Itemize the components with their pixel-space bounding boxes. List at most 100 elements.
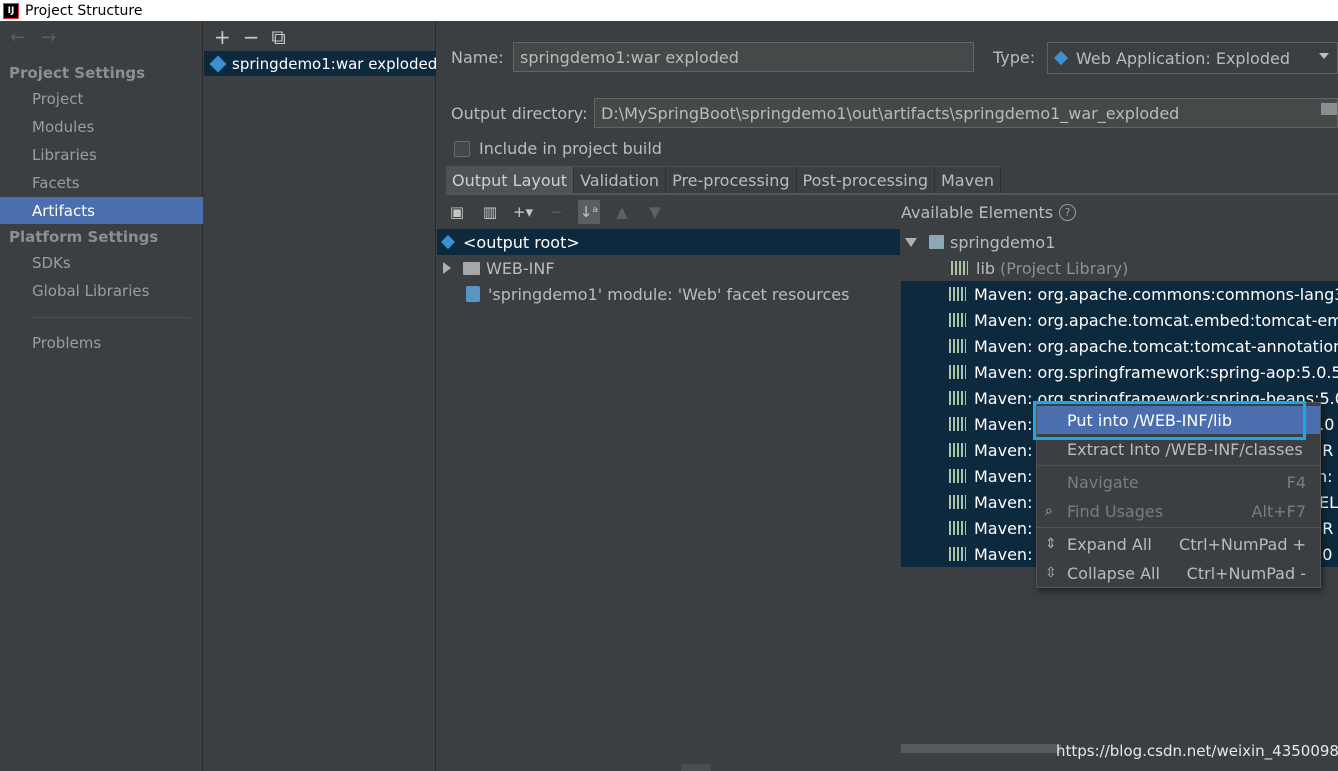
maven-item[interactable]: Maven: org.apache.commons:commons-lang3:… bbox=[949, 281, 1338, 307]
sidebar-item-global-libraries[interactable]: Global Libraries bbox=[0, 277, 203, 304]
remove-element-icon[interactable]: − bbox=[545, 200, 567, 224]
library-icon bbox=[949, 313, 966, 327]
sidebar-item-artifacts[interactable]: Artifacts bbox=[0, 197, 203, 224]
artifact-icon bbox=[209, 55, 227, 72]
tab-post-processing[interactable]: Post-processing bbox=[796, 166, 935, 193]
name-label: Name: bbox=[451, 48, 504, 67]
nav-arrows: ← → bbox=[10, 27, 56, 48]
move-up-icon[interactable]: ▲ bbox=[611, 200, 633, 224]
tree-item-web-inf[interactable]: WEB-INF bbox=[443, 255, 555, 281]
library-icon bbox=[949, 521, 966, 535]
tab-pre-processing[interactable]: Pre-processing bbox=[666, 166, 797, 193]
type-label: Type: bbox=[993, 48, 1036, 67]
library-icon bbox=[949, 469, 966, 483]
library-icon bbox=[951, 261, 968, 275]
web-facet-icon bbox=[466, 286, 480, 302]
include-build-label: Include in project build bbox=[479, 139, 662, 158]
library-icon bbox=[949, 443, 966, 457]
maven-item-tail: EL bbox=[1319, 492, 1338, 512]
watermark-text: https://blog.csdn.net/weixin_43500985 bbox=[1056, 742, 1338, 760]
artifact-list-item[interactable]: springdemo1:war exploded bbox=[204, 51, 436, 76]
menu-item-navigate[interactable]: Navigate F4 bbox=[1037, 468, 1320, 496]
available-elements-title: Available Elements bbox=[901, 203, 1054, 222]
menu-item-collapse-all[interactable]: ⇳ Collapse All Ctrl+NumPad - bbox=[1037, 559, 1320, 587]
menu-shortcut: Ctrl+NumPad + bbox=[1179, 534, 1306, 554]
help-icon[interactable]: ? bbox=[1059, 204, 1077, 221]
add-artifact-button[interactable]: + bbox=[214, 25, 231, 49]
artifacts-list-panel: + − ⧉ springdemo1:war exploded bbox=[204, 21, 436, 771]
library-icon bbox=[949, 547, 966, 561]
menu-shortcut: Alt+F7 bbox=[1251, 501, 1306, 521]
tree-item-lib[interactable]: lib (Project Library) bbox=[951, 255, 1128, 281]
library-icon bbox=[949, 287, 966, 301]
sidebar-item-sdks[interactable]: SDKs bbox=[0, 249, 203, 276]
menu-item-label: Expand All bbox=[1067, 534, 1152, 554]
library-icon bbox=[949, 391, 966, 405]
project-settings-header: Project Settings bbox=[9, 64, 146, 82]
new-directory-icon[interactable]: ▣ bbox=[446, 200, 468, 224]
web-app-icon bbox=[1053, 50, 1069, 66]
create-archive-icon[interactable]: ▥ bbox=[479, 200, 501, 224]
forward-arrow-icon[interactable]: → bbox=[41, 27, 56, 48]
remove-artifact-button[interactable]: − bbox=[243, 25, 260, 49]
collapse-all-icon: ⇳ bbox=[1045, 565, 1057, 581]
splitter-handle[interactable] bbox=[681, 764, 711, 771]
move-down-icon[interactable]: ▼ bbox=[644, 200, 666, 224]
output-dir-input[interactable]: D:\MySpringBoot\springdemo1\out\artifact… bbox=[594, 98, 1338, 128]
library-icon bbox=[949, 339, 966, 353]
name-input[interactable]: springdemo1:war exploded bbox=[513, 42, 974, 72]
sidebar-divider bbox=[30, 317, 190, 318]
tree-item-output-root[interactable]: <output root> bbox=[437, 229, 900, 255]
platform-settings-header: Platform Settings bbox=[9, 228, 159, 246]
copy-artifact-button[interactable]: ⧉ bbox=[272, 25, 286, 49]
tab-bar: Output Layout Validation Pre-processing … bbox=[446, 166, 1002, 193]
maven-item-label: Maven: org.apache.tomcat.embed:tomcat-em… bbox=[974, 310, 1338, 330]
library-icon bbox=[949, 495, 966, 509]
browse-folder-icon[interactable] bbox=[1321, 103, 1337, 115]
tree-item-facet-resources[interactable]: 'springdemo1' module: 'Web' facet resour… bbox=[466, 281, 849, 307]
facet-resources-label: 'springdemo1' module: 'Web' facet resour… bbox=[488, 284, 850, 304]
menu-item-find-usages[interactable]: ⌕ Find Usages Alt+F7 bbox=[1037, 497, 1320, 525]
menu-item-expand-all[interactable]: ⇕ Expand All Ctrl+NumPad + bbox=[1037, 530, 1320, 558]
maven-item[interactable]: Maven: org.apache.tomcat.embed:tomcat-em… bbox=[949, 307, 1338, 333]
menu-item-label: Extract Into /WEB-INF/classes bbox=[1067, 439, 1303, 459]
sidebar-item-project[interactable]: Project bbox=[0, 85, 203, 112]
type-select[interactable]: Web Application: Exploded bbox=[1047, 42, 1338, 74]
maven-item-label: Maven: bbox=[974, 414, 1033, 434]
module-icon bbox=[929, 235, 944, 249]
maven-item-label: Maven: org.springframework:spring-aop:5.… bbox=[974, 362, 1338, 382]
menu-separator bbox=[1037, 465, 1320, 466]
sort-elements-icon[interactable]: ↓ᵃ bbox=[578, 200, 600, 224]
tab-underline bbox=[446, 193, 1338, 195]
back-arrow-icon[interactable]: ← bbox=[10, 27, 25, 48]
add-copy-icon[interactable]: +▾ bbox=[512, 200, 534, 224]
horizontal-scrollbar[interactable] bbox=[901, 744, 1061, 753]
title-bar: IJ Project Structure bbox=[0, 0, 1338, 21]
menu-item-label: Collapse All bbox=[1067, 563, 1160, 583]
lib-suffix: (Project Library) bbox=[1000, 258, 1129, 278]
sidebar-item-modules[interactable]: Modules bbox=[0, 113, 203, 140]
sidebar-item-problems[interactable]: Problems bbox=[0, 329, 203, 356]
library-icon bbox=[949, 417, 966, 431]
menu-shortcut: F4 bbox=[1286, 472, 1306, 492]
menu-shortcut: Ctrl+NumPad - bbox=[1186, 563, 1306, 583]
include-build-checkbox[interactable] bbox=[454, 141, 470, 157]
output-layout-toolbar: ▣ ▥ +▾ − ↓ᵃ ▲ ▼ bbox=[446, 200, 666, 224]
expand-arrow-icon[interactable] bbox=[443, 262, 451, 274]
maven-item-label: Maven: bbox=[974, 518, 1033, 538]
maven-item[interactable]: Maven: org.springframework:spring-aop:5.… bbox=[949, 359, 1338, 385]
artifact-label: springdemo1:war exploded bbox=[232, 54, 436, 73]
tab-output-layout[interactable]: Output Layout bbox=[446, 166, 575, 193]
tab-validation[interactable]: Validation bbox=[574, 166, 667, 193]
tab-maven[interactable]: Maven bbox=[935, 166, 1002, 193]
sidebar-item-libraries[interactable]: Libraries bbox=[0, 141, 203, 168]
collapse-arrow-icon[interactable] bbox=[905, 237, 917, 247]
module-label: springdemo1 bbox=[950, 232, 1056, 252]
library-icon bbox=[949, 365, 966, 379]
highlight-annotation-box bbox=[1033, 401, 1306, 440]
search-icon: ⌕ bbox=[1045, 503, 1053, 519]
window-title: Project Structure bbox=[25, 2, 143, 19]
maven-item[interactable]: Maven: org.apache.tomcat:tomcat-annotati… bbox=[949, 333, 1338, 359]
sidebar-item-facets[interactable]: Facets bbox=[0, 169, 203, 196]
tree-item-module[interactable]: springdemo1 bbox=[905, 229, 1055, 255]
